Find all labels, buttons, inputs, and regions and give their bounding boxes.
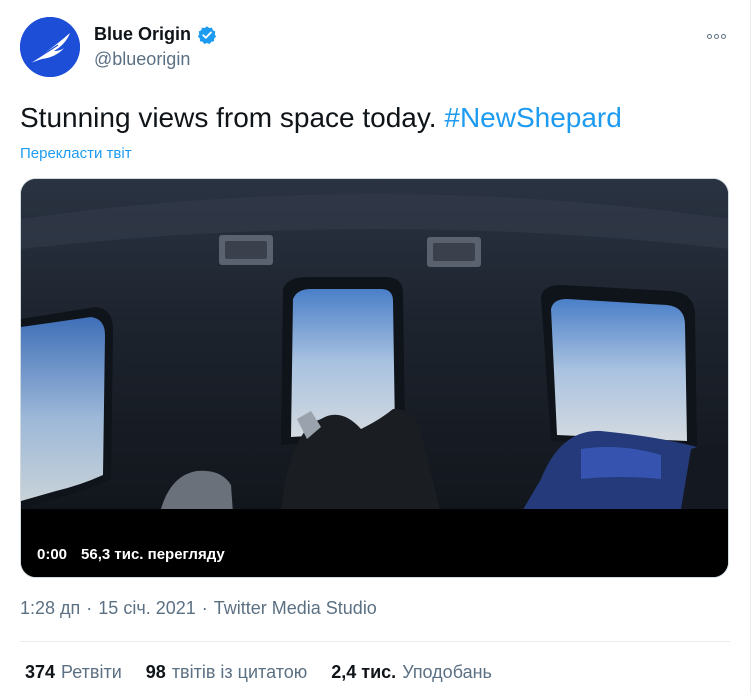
quote-tweets-stat[interactable]: 98 твітів із цитатою: [146, 662, 307, 683]
tweet-meta: 1:28 дп · 15 січ. 2021 · Twitter Media S…: [20, 598, 377, 619]
tweet-body: Stunning views from space today.: [20, 102, 437, 133]
tweet-date[interactable]: 15 січ. 2021: [98, 598, 195, 619]
likes-stat[interactable]: 2,4 тис. Уподобань: [331, 662, 492, 683]
video-thumbnail: [21, 179, 728, 577]
tweet-time[interactable]: 1:28 дп: [20, 598, 80, 619]
hashtag-link[interactable]: #NewShepard: [444, 102, 621, 133]
quotes-label: твітів із цитатою: [171, 662, 308, 682]
retweets-label: Ретвіти: [61, 662, 122, 682]
tweet-card: Blue Origin @blueorigin Stunning views f…: [0, 0, 751, 693]
meta-separator: ·: [201, 598, 208, 618]
author-handle[interactable]: @blueorigin: [94, 49, 190, 70]
video-player[interactable]: 0:00 56,3 тис. перегляду: [20, 178, 729, 578]
tweet-stats: 374 Ретвіти 98 твітів із цитатою 2,4 тис…: [25, 662, 492, 683]
author-name-row[interactable]: Blue Origin: [94, 24, 217, 45]
likes-count: 2,4 тис.: [331, 662, 397, 682]
tweet-source[interactable]: Twitter Media Studio: [214, 598, 377, 619]
video-overlay: 0:00 56,3 тис. перегляду: [37, 546, 225, 563]
author-display-name[interactable]: Blue Origin: [94, 24, 191, 45]
retweets-stat[interactable]: 374 Ретвіти: [25, 662, 122, 683]
quotes-count: 98: [145, 662, 166, 682]
video-view-count: 56,3 тис. перегляду: [81, 546, 225, 563]
more-options-icon[interactable]: [702, 26, 730, 46]
tweet-text: Stunning views from space today. #NewShe…: [20, 100, 622, 136]
verified-badge-icon: [197, 25, 217, 44]
divider: [20, 641, 730, 642]
video-timestamp: 0:00: [37, 546, 68, 563]
feather-icon: [20, 17, 80, 77]
translate-tweet-link[interactable]: Перекласти твіт: [20, 145, 132, 162]
avatar[interactable]: [20, 17, 80, 77]
likes-label: Уподобань: [402, 662, 492, 682]
retweets-count: 374: [25, 662, 56, 682]
meta-separator: ·: [86, 598, 93, 618]
